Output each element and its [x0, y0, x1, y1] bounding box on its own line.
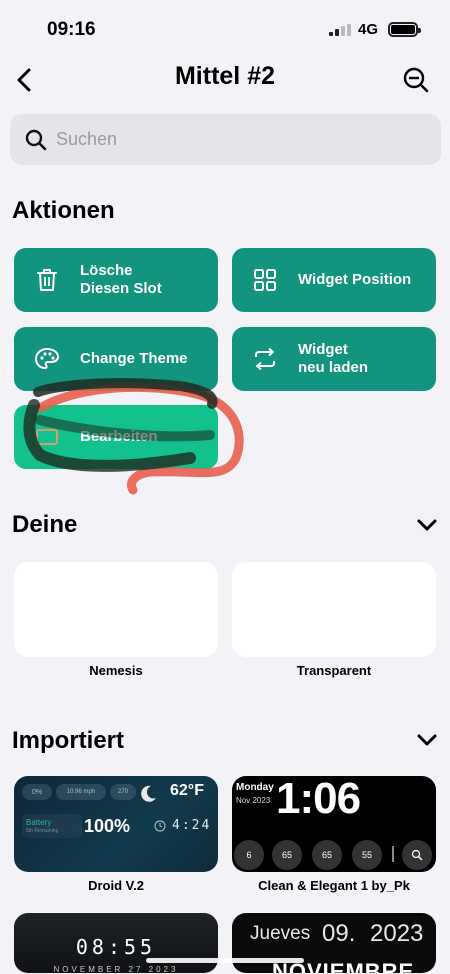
- battery-icon: [388, 22, 421, 37]
- day-number: 09.: [322, 920, 356, 947]
- steps-chip: 270: [110, 784, 136, 800]
- date-label: Nov 2023: [236, 796, 271, 805]
- theme-card-transparent[interactable]: [232, 562, 436, 657]
- clock-value: 4:24: [172, 818, 212, 833]
- battery-sub: 5th Remaining: [26, 828, 59, 834]
- action-label: Bearbeiten: [80, 428, 158, 445]
- status-bar: 09:16 4G: [0, 0, 450, 56]
- trash-icon: [34, 267, 60, 293]
- action-label: Change Theme: [80, 350, 188, 367]
- chevron-down-icon: [417, 734, 437, 746]
- chevron-down-icon: [417, 519, 437, 531]
- nav-bar: Mittel #2: [0, 56, 450, 104]
- stat-circle: 65: [272, 840, 302, 870]
- grid-icon: [252, 267, 278, 293]
- battery-label: Battery: [26, 818, 52, 827]
- action-label-line1: Widget: [298, 341, 348, 358]
- search-input[interactable]: [56, 129, 416, 150]
- search-icon: [402, 840, 432, 870]
- digital-date: NOVEMBER 27 2023: [53, 965, 179, 973]
- battery-value: 100%: [84, 816, 131, 836]
- search-bar[interactable]: [10, 114, 441, 165]
- zoom-out-button[interactable]: [400, 64, 432, 96]
- theme-label: Clean & Elegant 1 by_Pk: [258, 878, 410, 893]
- moon-icon: [141, 785, 156, 802]
- delete-slot-button[interactable]: Lösche Diesen Slot: [14, 248, 218, 312]
- theme-label: Nemesis: [89, 663, 143, 678]
- theme-label: Transparent: [296, 663, 372, 678]
- zoom-out-icon: [403, 67, 429, 93]
- signal-icon: [329, 24, 351, 36]
- section-title-imported: Importiert: [12, 727, 125, 754]
- refresh-icon: [252, 346, 278, 372]
- change-theme-button[interactable]: Change Theme: [14, 327, 218, 391]
- digital-time: 08:55: [75, 935, 157, 959]
- year: 2023: [370, 920, 424, 947]
- stat-circle: 6: [234, 840, 264, 870]
- action-label: Widget Position: [298, 271, 412, 288]
- section-title-actions: Aktionen: [12, 197, 115, 224]
- theme-label: Droid V.2: [88, 878, 144, 893]
- theme-card-clean-elegant[interactable]: Monday Nov 2023 1:06 6 65 65 55: [232, 776, 436, 872]
- section-title-yours: Deine: [12, 511, 78, 538]
- theme-card-droid[interactable]: 0% 10.96 mph 270 62°F Battery 5th Remain…: [14, 776, 218, 872]
- weather-chip: 0%: [22, 784, 52, 800]
- stat-circle: 65: [312, 840, 342, 870]
- theme-card-nemesis[interactable]: [14, 562, 218, 657]
- palette-icon: [34, 346, 60, 372]
- theme-card-spanish-date[interactable]: Jueves 09. 2023 NOVIEMBRE: [232, 913, 436, 973]
- reload-widget-button[interactable]: Widget neu laden: [232, 327, 436, 391]
- edit-button[interactable]: Bearbeiten: [14, 405, 218, 469]
- day-label: Monday: [236, 782, 274, 793]
- page-title: Mittel #2: [174, 62, 276, 90]
- collapse-yours-button[interactable]: [414, 512, 440, 538]
- weekday: Jueves: [250, 923, 311, 944]
- theme-card-digital-clock[interactable]: 08:55 NOVEMBER 27 2023: [14, 913, 218, 973]
- stat-circle: 55: [352, 840, 382, 870]
- wind-chip: 10.96 mph: [56, 784, 106, 800]
- collapse-imported-button[interactable]: [414, 727, 440, 753]
- big-time: 1:06: [276, 776, 361, 823]
- home-indicator: [146, 958, 304, 963]
- edit-icon: [34, 424, 60, 450]
- temperature: 62°F: [170, 782, 204, 799]
- search-icon: [24, 128, 48, 152]
- widget-position-button[interactable]: Widget Position: [232, 248, 436, 312]
- clock-icon: [154, 820, 166, 832]
- action-label-line1: Lösche: [80, 262, 133, 279]
- status-time: 09:16: [47, 19, 96, 40]
- action-label-line2: Diesen Slot: [80, 280, 162, 297]
- network-type: 4G: [358, 21, 379, 38]
- action-label-line2: neu laden: [298, 359, 369, 376]
